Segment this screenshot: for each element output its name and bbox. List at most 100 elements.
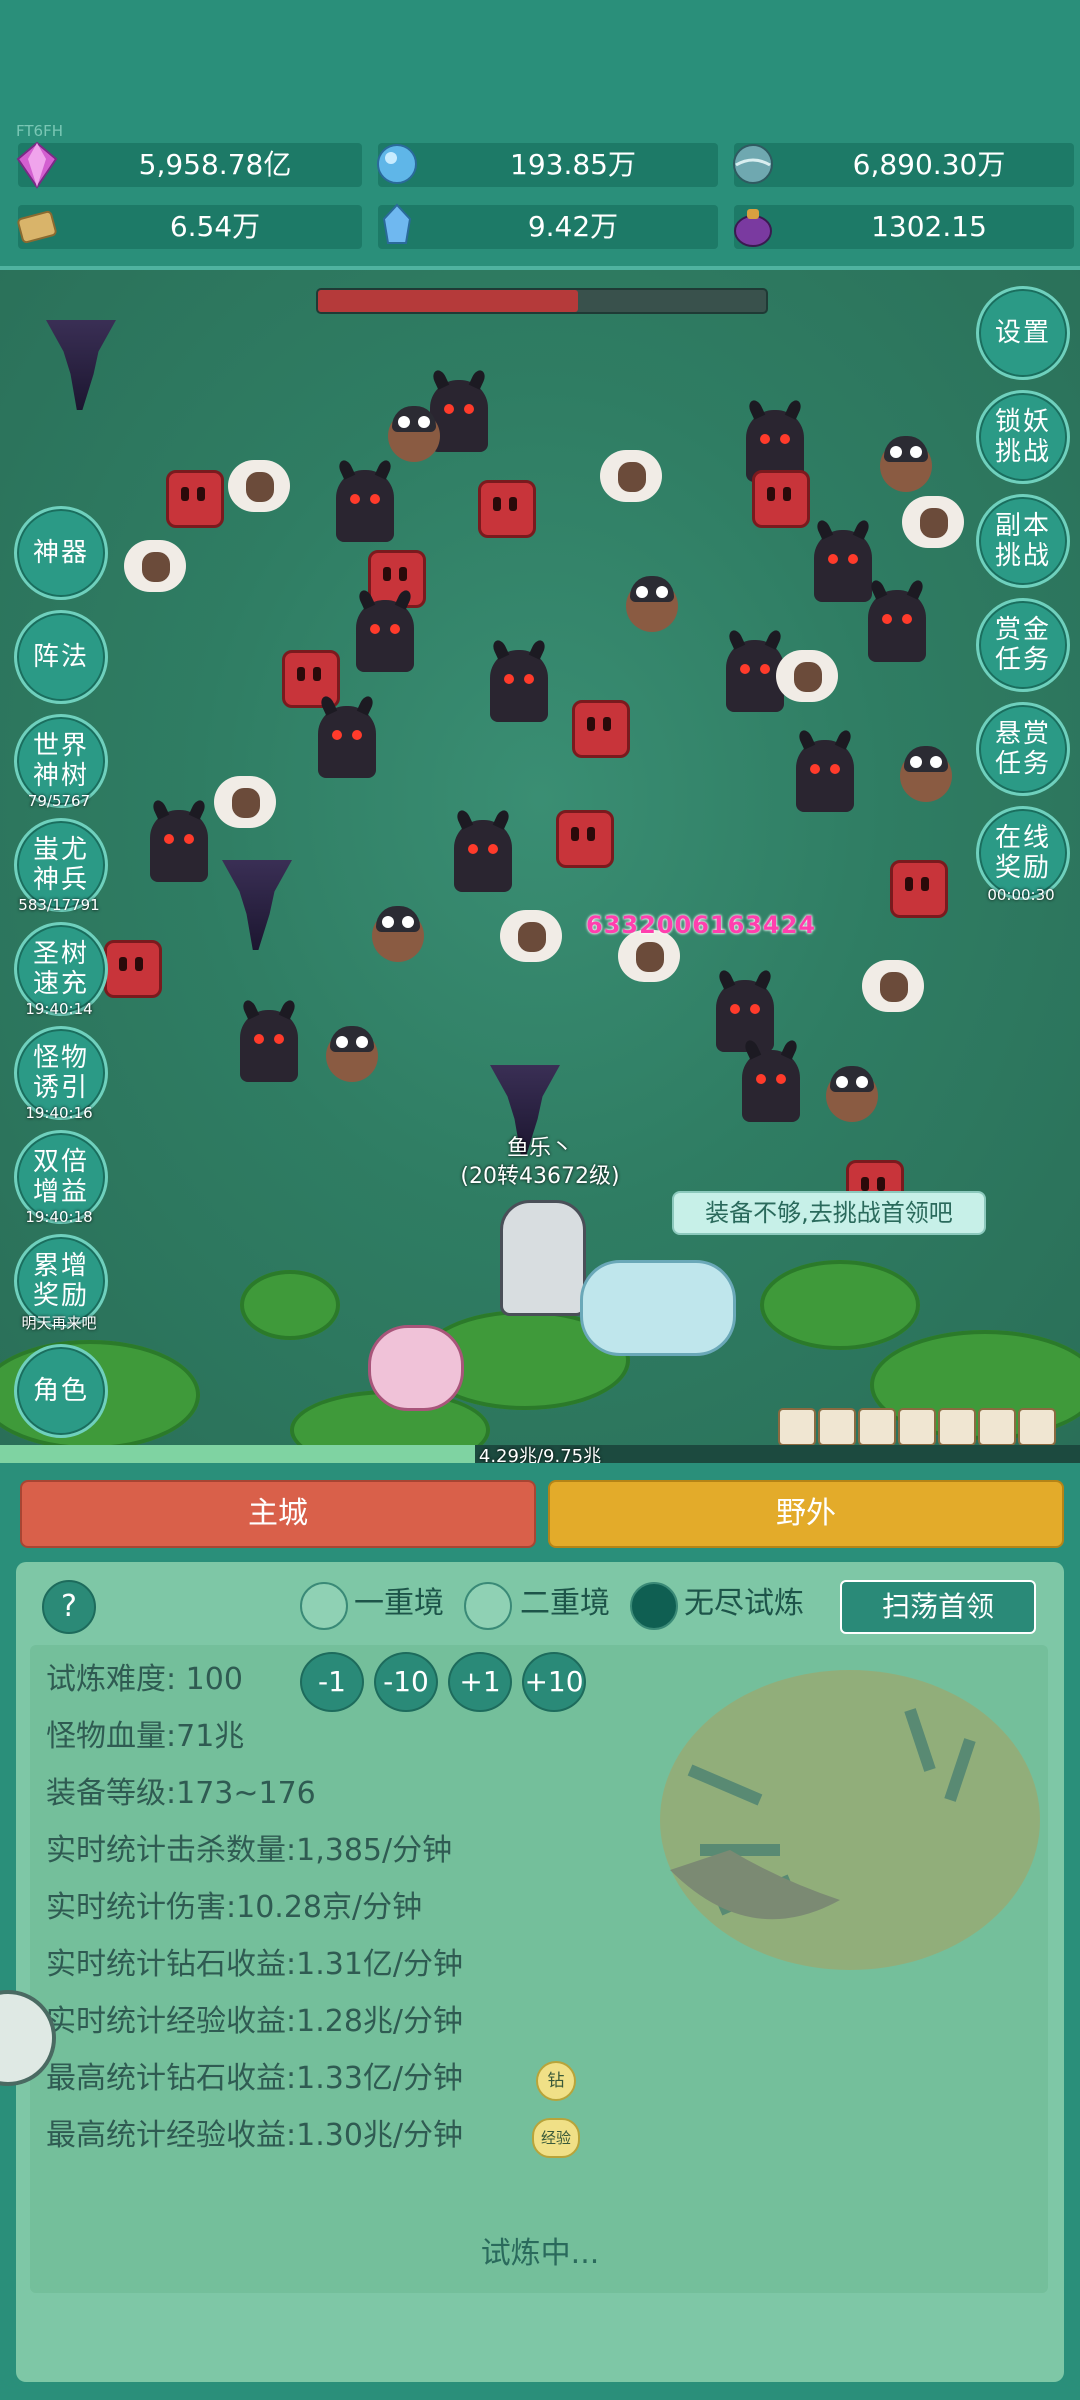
player-name: 鱼乐丶: [506, 1136, 573, 1161]
stat-label: 装备等级:: [46, 1776, 177, 1811]
ice-dragon-pet: [580, 1260, 736, 1356]
monster-sprite: [166, 470, 224, 528]
skill-slot[interactable]: [978, 1408, 1016, 1446]
monster-sprite: [336, 470, 394, 542]
resource-potion-bag: 1302.15: [734, 205, 1074, 249]
damage-number: 6332006163424: [586, 911, 817, 939]
tiger-illustration: [660, 1670, 1040, 1970]
monster-sprite: [240, 1010, 298, 1082]
player-character: [500, 1200, 586, 1316]
skill-slot[interactable]: [818, 1408, 856, 1446]
stat-row: 实时统计伤害:10.28京/分钟: [46, 1888, 422, 1928]
stat-label: 实时统计经验收益:: [46, 2004, 297, 2039]
monster-sprite: [478, 480, 536, 538]
demon-lock-challenge-button[interactable]: 锁妖挑战: [976, 390, 1070, 484]
bush: [760, 1260, 920, 1350]
monster-sprite: [868, 590, 926, 662]
stat-row: 怪物血量:71兆: [46, 1717, 244, 1757]
formation-button[interactable]: 阵法: [14, 610, 108, 704]
skill-slot[interactable]: [1018, 1408, 1056, 1446]
monster-sprite: [902, 496, 964, 548]
difficulty-plus-10-button[interactable]: +10: [522, 1652, 586, 1712]
difficulty-minus-1-button[interactable]: -1: [300, 1652, 364, 1712]
monster-sprite: [454, 820, 512, 892]
monster-sprite: [626, 576, 678, 632]
wild-tab[interactable]: 野外: [548, 1480, 1064, 1548]
globe-orb-icon: [733, 144, 773, 184]
resource-value: 6.54万: [169, 210, 261, 243]
artifact-button[interactable]: 神器: [14, 506, 108, 600]
settings-button[interactable]: 设置: [976, 286, 1070, 380]
resource-diamond: 5,958.78亿: [16, 141, 362, 189]
monster-sprite: [326, 1026, 378, 1082]
mode-radio-endless[interactable]: [630, 1582, 678, 1630]
monster-sprite: [556, 810, 614, 868]
monster-sprite: [150, 810, 208, 882]
resource-value: 6,890.30万: [852, 148, 1006, 181]
world-tree-progress: 79/5767: [27, 792, 91, 810]
stat-label: 实时统计击杀数量:: [46, 1833, 297, 1868]
stat-value: 10.28京/分钟: [236, 1890, 423, 1925]
difficulty-minus-10-button[interactable]: -10: [374, 1652, 438, 1712]
mode-label-endless[interactable]: 无尽试炼: [684, 1582, 804, 1626]
stat-row: 最高统计钻石收益:1.33亿/分钟: [46, 2059, 463, 2099]
stat-value: 173~176: [176, 1776, 316, 1811]
mode-label-1[interactable]: 一重境: [354, 1582, 444, 1626]
ice-shard-icon: [382, 203, 412, 244]
monster-sprite: [490, 650, 548, 722]
bounty-task-button[interactable]: 悬赏任务: [976, 702, 1070, 796]
mode-radio-2[interactable]: [464, 1582, 512, 1630]
mode-radio-1[interactable]: [300, 1582, 348, 1630]
hint-speech-bubble: 装备不够,去挑战首领吧: [672, 1191, 986, 1235]
resource-globe-orb: 6,890.30万: [733, 143, 1074, 187]
monster-sprite: [880, 436, 932, 492]
monster-sprite: [372, 906, 424, 962]
resource-ice-shard: 9.42万: [378, 203, 718, 249]
difficulty-row: 试炼难度: 100: [46, 1660, 243, 1700]
monster-sprite: [318, 706, 376, 778]
stat-value: 1.30兆/分钟: [296, 2118, 464, 2153]
stat-row: 最高统计经验收益:1.30兆/分钟: [46, 2116, 463, 2156]
stat-value: 1.28兆/分钟: [296, 2004, 464, 2039]
monster-sprite: [572, 700, 630, 758]
cumulative-reward-status: 明天再来吧: [21, 1314, 97, 1332]
tornado-effect: [222, 860, 292, 950]
resource-crystal-orb: 193.85万: [377, 143, 718, 187]
character-button[interactable]: 角色: [14, 1344, 108, 1438]
main-city-tab[interactable]: 主城: [20, 1480, 536, 1548]
sweep-boss-button[interactable]: 扫荡首领: [840, 1580, 1036, 1634]
double-buff-timer: 19:40:18: [25, 1208, 93, 1226]
diamond-icon: [16, 141, 58, 189]
tornado-effect: [46, 320, 116, 410]
scroll-icon: [17, 210, 57, 244]
experience-badge-icon: 经验: [532, 2118, 580, 2158]
stat-row: 实时统计钻石收益:1.31亿/分钟: [46, 1945, 463, 1985]
stat-row: 装备等级:173~176: [46, 1774, 316, 1814]
monster-sprite: [826, 1066, 878, 1122]
tree-recharge-timer: 19:40:14: [25, 1000, 93, 1018]
skill-slot[interactable]: [858, 1408, 896, 1446]
stat-value: 1.31亿/分钟: [296, 1947, 464, 1982]
monster-sprite: [228, 460, 290, 512]
monster-sprite: [776, 650, 838, 702]
skill-slot[interactable]: [898, 1408, 936, 1446]
monster-sprite: [742, 1050, 800, 1122]
boss-hp-fill: [318, 290, 578, 312]
difficulty-label: 试炼难度:: [46, 1662, 177, 1697]
help-button[interactable]: ?: [42, 1580, 96, 1634]
stat-label: 实时统计钻石收益:: [46, 1947, 297, 1982]
stat-value: 1.33亿/分钟: [296, 2061, 464, 2096]
skill-slot[interactable]: [778, 1408, 816, 1446]
crystal-orb-icon: [377, 144, 417, 184]
monster-sprite: [814, 530, 872, 602]
skill-slot[interactable]: [938, 1408, 976, 1446]
monster-sprite: [214, 776, 276, 828]
stat-label: 最高统计钻石收益:: [46, 2061, 297, 2096]
chiyou-weapon-progress: 583/17791: [18, 896, 100, 914]
monster-sprite: [796, 740, 854, 812]
difficulty-plus-1-button[interactable]: +1: [448, 1652, 512, 1712]
monster-sprite: [600, 450, 662, 502]
bounty-gold-task-button[interactable]: 赏金任务: [976, 598, 1070, 692]
mode-label-2[interactable]: 二重境: [520, 1582, 610, 1626]
dungeon-challenge-button[interactable]: 副本挑战: [976, 494, 1070, 588]
